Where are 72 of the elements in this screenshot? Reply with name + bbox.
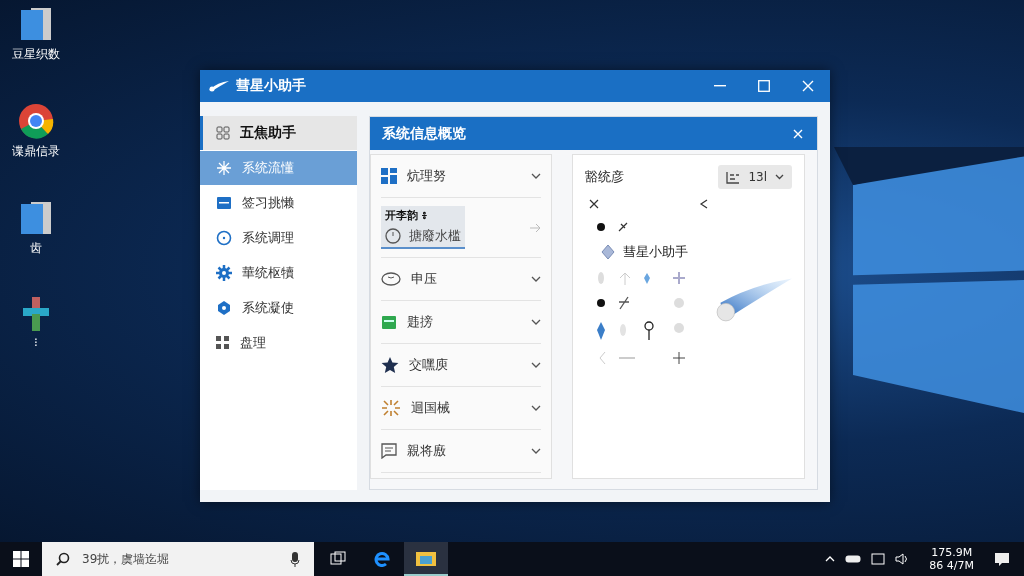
list-item[interactable]: 开李韵 ៖ 搪廢水槛	[381, 206, 465, 249]
network-icon	[871, 553, 886, 565]
sidebar-item[interactable]: 五焦助手	[200, 116, 357, 150]
desktop-shortcut[interactable]: ⁝	[6, 297, 66, 349]
windows-icon	[13, 551, 29, 567]
sidebar-item[interactable]: 签习挑懒	[200, 186, 357, 220]
diamond-icon	[601, 244, 615, 260]
sparkle-icon	[216, 160, 232, 176]
folder-icon	[416, 550, 436, 566]
desktop-shortcut[interactable]: 齿	[6, 200, 66, 257]
search-field[interactable]: 39扰，虞墙迄堀	[42, 542, 314, 576]
sidebar-item[interactable]: 華统枢犢	[200, 256, 357, 290]
tiles-icon	[381, 168, 397, 184]
chevron-icon	[775, 174, 784, 180]
minimize-icon	[714, 85, 726, 87]
chevron-up-icon	[825, 556, 836, 562]
clock-icon	[385, 228, 401, 244]
chevron-icon	[531, 173, 541, 179]
chevron-icon	[531, 405, 541, 411]
list-item[interactable]: 迴国械	[381, 387, 541, 430]
tiles-icon	[216, 336, 230, 350]
search-icon	[56, 552, 70, 566]
list-item[interactable]: 炕理努	[381, 155, 541, 198]
window-title: 彗星小助手	[236, 77, 307, 95]
chevron-icon	[531, 319, 541, 325]
comet-icon	[208, 80, 230, 92]
list-item[interactable]: 交嘿庾	[381, 344, 541, 387]
panel-title: 系统信息概览	[382, 124, 466, 143]
item-label: 搪廢水槛	[409, 227, 461, 245]
badge-icon	[216, 300, 232, 316]
layout-dropdown[interactable]: 13l	[718, 165, 792, 189]
sidebar-item[interactable]: 盘理	[200, 326, 357, 360]
chevron-icon	[531, 276, 541, 282]
clock-time: 175.9M	[931, 546, 973, 559]
chevron-icon	[531, 362, 541, 368]
gear-icon	[216, 265, 232, 281]
list-item[interactable]: 韪搒	[381, 301, 541, 344]
card-icon	[216, 196, 232, 210]
grid-label: 彗星小助手	[623, 243, 688, 261]
plus-icon	[23, 297, 49, 331]
clock-date: 86 4/7M	[929, 559, 974, 572]
folder-icon	[19, 6, 53, 42]
list-item[interactable]: 申压	[381, 258, 541, 301]
chevron-icon	[531, 448, 541, 454]
desktop-shortcut[interactable]: 豆星织数	[6, 6, 66, 63]
circle-icon	[216, 230, 232, 246]
search-input[interactable]: 39扰，虞墙迄堀	[80, 551, 280, 567]
message-icon	[381, 443, 397, 459]
desktop-shortcut[interactable]: 谍鼎信录	[6, 103, 66, 160]
task-view-icon	[330, 551, 346, 565]
sidebar-item[interactable]: 系统凝使	[200, 291, 357, 325]
layout-icon	[726, 170, 741, 184]
sidebar-item[interactable]: 系统调理	[200, 221, 357, 255]
item-caption: 开李韵 ៖	[385, 208, 428, 224]
browser-icon	[18, 103, 54, 139]
star-icon	[381, 356, 399, 374]
list-item[interactable]: 親将廒	[381, 430, 541, 473]
notification-icon	[994, 551, 1010, 567]
close-icon	[802, 80, 814, 92]
grid-icon	[216, 126, 230, 140]
calendar-icon	[381, 314, 397, 330]
maximize-icon	[758, 80, 770, 92]
burst-icon	[381, 399, 401, 417]
close-icon	[793, 128, 803, 139]
browser-e-icon	[373, 549, 391, 567]
folder-icon	[19, 200, 53, 236]
plane-icon	[529, 222, 541, 233]
preview-title: 豁统彦	[585, 168, 624, 186]
battery-icon	[845, 555, 862, 563]
microphone-icon	[290, 551, 300, 567]
volume-icon	[895, 553, 910, 565]
taskbar-app[interactable]	[404, 542, 448, 576]
